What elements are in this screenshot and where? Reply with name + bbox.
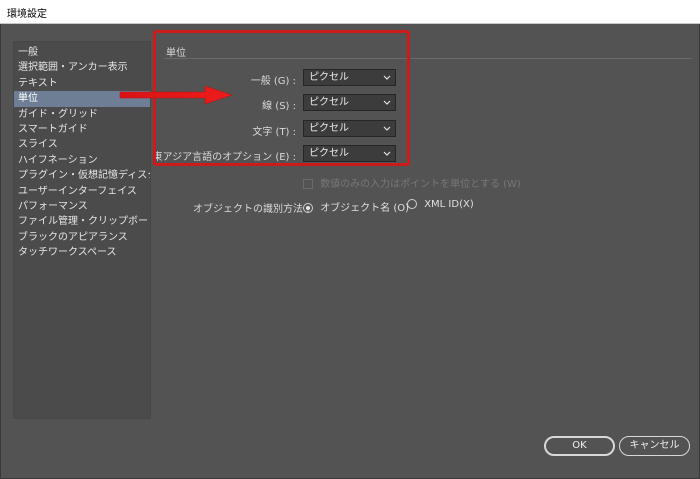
object-name-radio[interactable] [303, 203, 313, 213]
object-name-option[interactable]: オブジェクト名 (O) [303, 199, 409, 214]
numeric-points-checkbox [303, 179, 313, 189]
sidebar-item-touch-workspace[interactable]: タッチワークスペース [14, 245, 150, 260]
xml-id-option[interactable]: XML ID(X) [407, 199, 474, 210]
sidebar-item-smart-guides[interactable]: スマートガイド [14, 122, 150, 137]
highlight-box [153, 30, 410, 166]
sidebar-item-units[interactable]: 単位 [14, 91, 150, 107]
sidebar-item-general[interactable]: 一般 [14, 45, 150, 60]
sidebar-item-black-appearance[interactable]: ブラックのアピアランス [14, 230, 150, 245]
sidebar-item-file-handling[interactable]: ファイル管理・クリップボード [14, 214, 150, 229]
cancel-button[interactable]: キャンセル [619, 436, 690, 456]
xml-id-label: XML ID(X) [424, 199, 474, 210]
window-title: 環境設定 [7, 9, 47, 20]
sidebar-item-selection-anchor[interactable]: 選択範囲・アンカー表示 [14, 60, 150, 75]
sidebar-item-guides-grid[interactable]: ガイド・グリッド [14, 107, 150, 122]
sidebar-item-text[interactable]: テキスト [14, 76, 150, 91]
sidebar-item-plugins-scratch[interactable]: プラグイン・仮想記憶ディスク [14, 168, 150, 183]
xml-id-radio[interactable] [407, 199, 417, 209]
sidebar-item-slices[interactable]: スライス [14, 137, 150, 152]
numeric-points-option: 数値のみの入力はポイントを単位とする (W) [303, 175, 521, 190]
category-list[interactable]: 一般 選択範囲・アンカー表示 テキスト 単位 ガイド・グリッド スマートガイド … [13, 41, 151, 419]
preferences-dialog: 一般 選択範囲・アンカー表示 テキスト 単位 ガイド・グリッド スマートガイド … [0, 24, 700, 479]
sidebar-item-user-interface[interactable]: ユーザーインターフェイス [14, 184, 150, 199]
sidebar-item-performance[interactable]: パフォーマンス [14, 199, 150, 214]
ok-button[interactable]: OK [544, 436, 615, 456]
title-bar: 環境設定 [0, 0, 700, 24]
numeric-points-label: 数値のみの入力はポイントを単位とする (W) [320, 179, 521, 190]
object-name-label: オブジェクト名 (O) [320, 203, 410, 214]
sidebar-item-hyphenation[interactable]: ハイフネーション [14, 153, 150, 168]
object-id-label: オブジェクトの識別方法 : [193, 204, 310, 215]
